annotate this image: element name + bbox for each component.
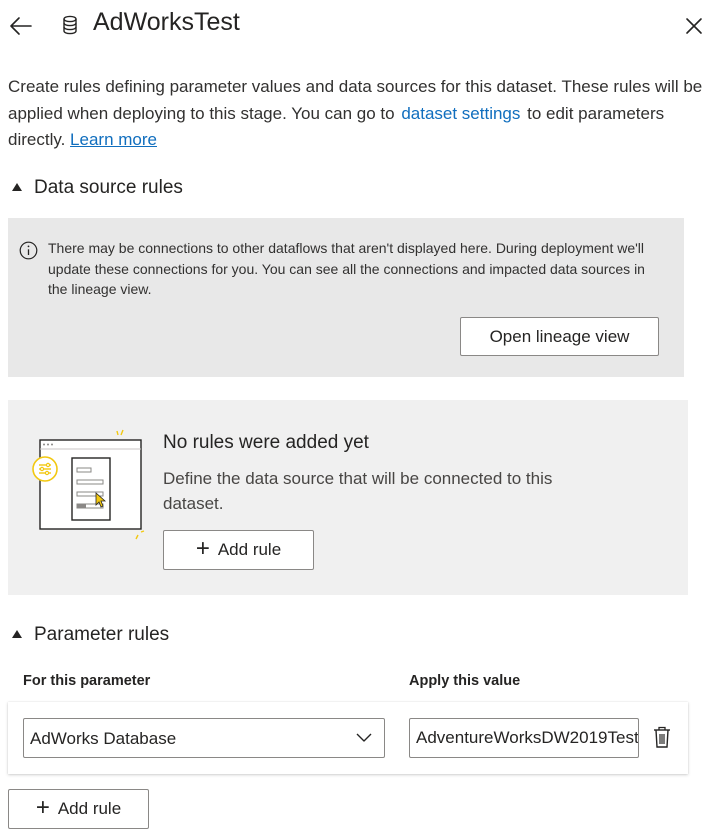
parameter-rules-header[interactable]: Parameter rules [12,623,169,647]
description-text: Create rules defining parameter values a… [8,74,703,154]
add-rule-label: Add rule [217,540,282,559]
database-icon [63,15,77,35]
trash-icon[interactable] [652,725,672,749]
plus-icon: + [35,793,50,821]
empty-rules-title: No rules were added yet [163,432,369,453]
learn-more-link[interactable]: Learn more [70,130,157,149]
empty-rules-illustration [32,429,145,540]
info-icon [19,241,38,260]
open-lineage-view-button[interactable]: Open lineage view [460,317,659,356]
rules-panel: AdWorksTest Create rules defining parame… [0,0,709,838]
dataset-settings-link[interactable]: dataset settings [401,104,520,123]
parameter-dropdown-value: AdWorks Database [30,729,177,748]
section-title: Data source rules [34,177,183,198]
chevron-down-icon [356,733,372,742]
empty-rules-box: No rules were added yet Define the data … [8,400,688,595]
plus-icon: + [195,534,210,562]
info-message-text: There may be connections to other datafl… [48,240,645,297]
column-header-parameter: For this parameter [23,673,151,689]
parameter-rule-row: AdWorks Database AdventureWorksDW2019Tes… [8,702,688,774]
parameter-dropdown[interactable]: AdWorks Database [23,718,385,758]
parameter-value-input[interactable]: AdventureWorksDW2019Test [409,718,639,758]
back-arrow-icon[interactable] [8,13,34,39]
panel-header: AdWorksTest [0,0,709,52]
add-data-source-rule-button[interactable]: + Add rule [163,530,314,570]
close-icon[interactable] [684,16,704,36]
collapse-caret-icon [12,630,22,638]
page-title: AdWorksTest [93,8,240,36]
section-title: Parameter rules [34,624,170,645]
info-message-box: There may be connections to other datafl… [8,218,684,377]
column-header-value: Apply this value [409,673,521,689]
empty-rules-description: Define the data source that will be conn… [163,469,553,513]
add-rule-label: Add rule [57,799,122,818]
collapse-caret-icon [12,183,22,191]
add-parameter-rule-button[interactable]: + Add rule [8,789,149,829]
data-source-rules-header[interactable]: Data source rules [12,176,183,200]
